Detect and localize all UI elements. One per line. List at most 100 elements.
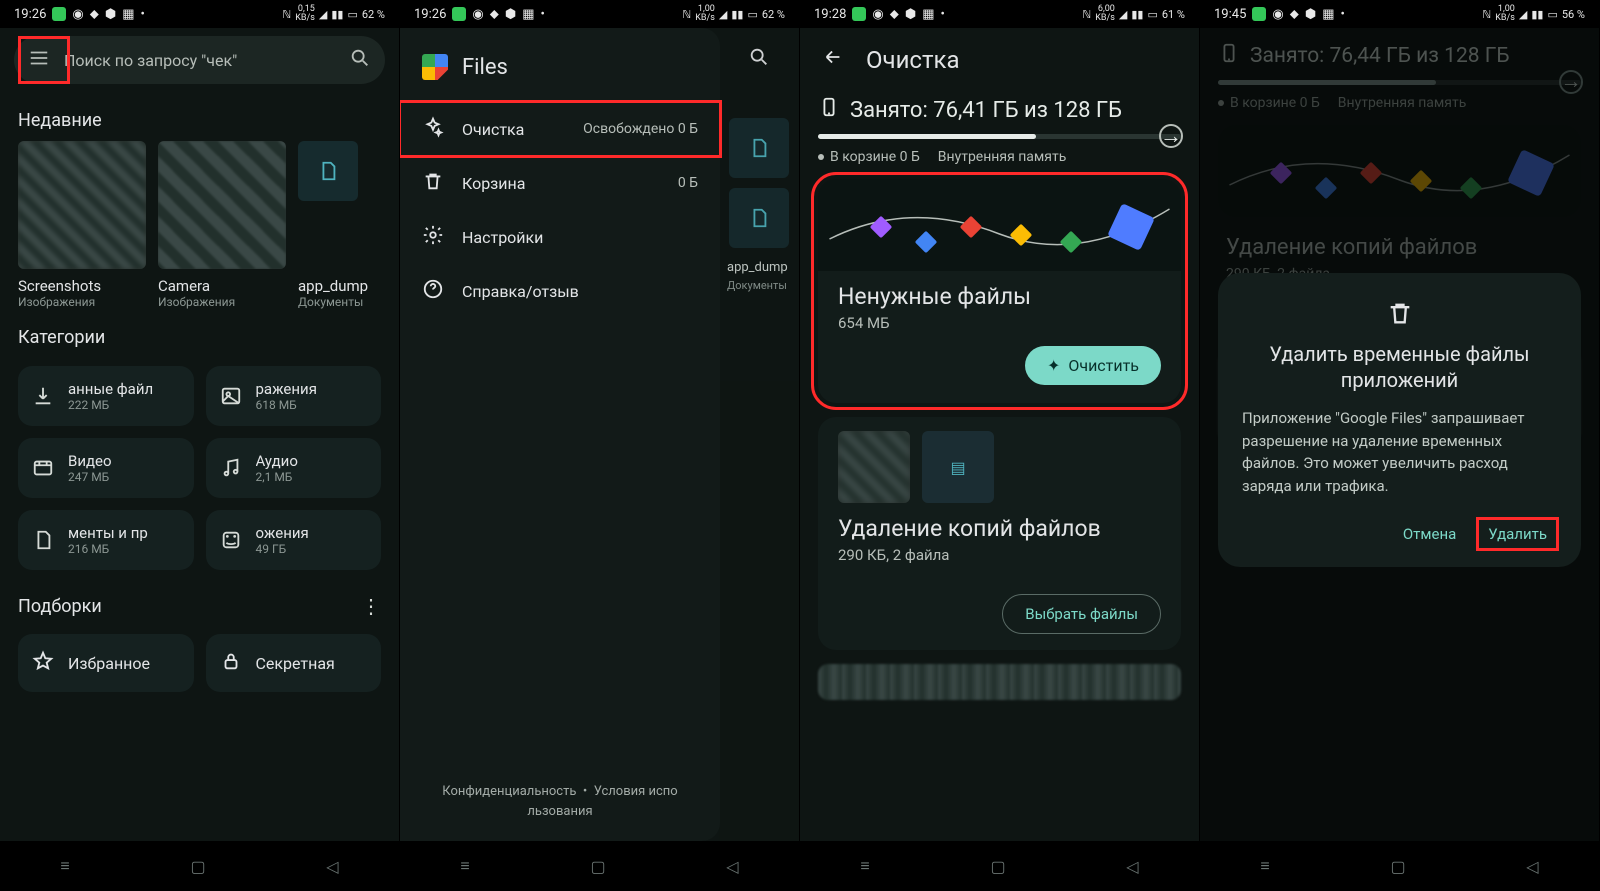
android-navbar: ≡ ▢ ◁: [0, 841, 399, 891]
signal-icon: ▮▮: [331, 8, 343, 21]
android-navbar: ≡ ▢ ◁: [1200, 841, 1599, 891]
lock-icon: [220, 650, 242, 676]
category-images[interactable]: ражения618 МБ: [206, 366, 382, 426]
nav-home-icon[interactable]: ▢: [990, 857, 1005, 876]
delete-button[interactable]: Удалить: [1478, 519, 1557, 549]
storage-summary[interactable]: Занято: 76,41 ГБ из 128 ГБ → В корзине 0…: [818, 96, 1181, 165]
search-placeholder: Поиск по запросу "чек": [64, 51, 335, 70]
card-peek: [818, 664, 1181, 700]
page-title: Очистка: [866, 46, 960, 74]
navigation-drawer: Files Очистка Освобождено 0 Б Корзина 0 …: [400, 28, 720, 841]
dialog-title: Удалить временные файлы приложений: [1242, 341, 1557, 393]
recent-sub: Документы: [298, 295, 378, 309]
confetti-illustration: [818, 179, 1181, 271]
recent-label: Camera: [158, 277, 286, 295]
clean-header: Очистка: [800, 28, 1199, 92]
duplicates-card[interactable]: ▤ Удаление копий файлов 290 КБ, 2 файла …: [818, 417, 1181, 650]
nav-recent-icon[interactable]: ≡: [460, 856, 469, 876]
status-icon: ▦: [122, 7, 134, 22]
drawer-item-clean[interactable]: Очистка Освобождено 0 Б: [400, 102, 720, 156]
more-icon[interactable]: ⋮: [361, 594, 381, 618]
drawer-item-help[interactable]: Справка/отзыв: [400, 264, 720, 318]
category-downloads[interactable]: анные файл222 МБ: [18, 366, 194, 426]
search-icon[interactable]: [349, 47, 371, 73]
screenshot-4: 19:45◉⬥⬢▦• ℕ1,00KB/s◢▮▮▭56 % Занято: 76,…: [1200, 0, 1600, 891]
dimmed-background: app_dump Документы: [719, 28, 799, 841]
arrow-right-icon[interactable]: →: [1159, 124, 1183, 148]
recent-heading: Недавние: [0, 92, 399, 141]
nav-home-icon[interactable]: ▢: [590, 857, 605, 876]
status-bar: 19:28◉⬥⬢▦• ℕ6,00KB/s◢▮▮▭61 %: [800, 0, 1199, 28]
nav-recent-icon[interactable]: ≡: [860, 856, 869, 876]
status-time: 19:26: [414, 7, 446, 22]
recent-row[interactable]: Screenshots Изображения Camera Изображен…: [0, 141, 399, 309]
apps-icon: [220, 529, 242, 551]
sparkle-icon: [422, 116, 444, 142]
delete-temp-files-dialog: Удалить временные файлы приложений Прило…: [1218, 273, 1581, 567]
categories-grid: анные файл222 МБ ражения618 МБ Видео247 …: [0, 358, 399, 578]
category-video[interactable]: Видео247 МБ: [18, 438, 194, 498]
doc-icon: [32, 529, 54, 551]
drawer-footer: Конфиденциальность • Условия испо льзова…: [400, 772, 720, 831]
category-documents[interactable]: менты и пр216 МБ: [18, 510, 194, 570]
download-icon: [32, 385, 54, 407]
recent-sub: Изображения: [18, 295, 146, 309]
select-files-button[interactable]: Выбрать файлы: [1002, 594, 1161, 634]
app-icon: [52, 7, 66, 21]
nav-back-icon[interactable]: ◁: [1526, 857, 1538, 876]
duplicates-title: Удаление копий файлов: [838, 515, 1161, 542]
audio-icon: [220, 457, 242, 479]
recent-item[interactable]: Camera Изображения: [158, 141, 286, 309]
data-rate: 0,15KB/s: [295, 5, 315, 23]
duplicates-sub: 290 КБ, 2 файла: [838, 546, 1161, 564]
gear-icon: [422, 224, 444, 250]
status-bar: 19:26 ◉ ⬥ ⬢ ▦ • ℕ 0,15KB/s ◢ ▮▮ ▭ 62 %: [0, 0, 399, 28]
trash-icon: [1242, 299, 1557, 331]
nav-recent-icon[interactable]: ≡: [1260, 856, 1269, 876]
nav-home-icon[interactable]: ▢: [190, 857, 205, 876]
status-icon: •: [140, 7, 144, 22]
nav-back-icon[interactable]: ◁: [726, 857, 738, 876]
drawer-item-trash[interactable]: Корзина 0 Б: [400, 156, 720, 210]
recent-label: app_dump: [298, 277, 378, 295]
nav-back-icon[interactable]: ◁: [326, 857, 338, 876]
search-bar[interactable]: Поиск по запросу "чек": [14, 36, 385, 84]
drawer-item-settings[interactable]: Настройки: [400, 210, 720, 264]
collections-row: Избранное Секретная: [0, 626, 399, 700]
privacy-link[interactable]: Конфиденциальность: [442, 784, 576, 799]
recent-item[interactable]: app_dump Документы: [298, 141, 378, 309]
drawer-brand: Files: [400, 38, 720, 102]
nav-home-icon[interactable]: ▢: [1390, 857, 1405, 876]
screenshot-3: 19:28◉⬥⬢▦• ℕ6,00KB/s◢▮▮▭61 % Очистка Зан…: [800, 0, 1200, 891]
trash-icon: [422, 170, 444, 196]
video-icon: [32, 457, 54, 479]
category-apps[interactable]: ожения49 ГБ: [206, 510, 382, 570]
recent-label: Screenshots: [18, 277, 146, 295]
nfc-icon: ℕ: [282, 8, 291, 21]
screenshot-1: 19:26 ◉ ⬥ ⬢ ▦ • ℕ 0,15KB/s ◢ ▮▮ ▭ 62 % П…: [0, 0, 400, 891]
star-icon: [32, 650, 54, 676]
help-icon: [422, 278, 444, 304]
back-arrow-icon[interactable]: [822, 46, 844, 74]
junk-files-card[interactable]: Ненужные файлы 654 МБ ✦ Очистить: [818, 179, 1181, 403]
category-audio[interactable]: Аудио2,1 МБ: [206, 438, 382, 498]
collection-favorites[interactable]: Избранное: [18, 634, 194, 692]
search-icon: [719, 34, 799, 108]
nav-back-icon[interactable]: ◁: [1126, 857, 1138, 876]
dialog-body: Приложение "Google Files" запрашивает ра…: [1242, 407, 1557, 497]
status-bar: 19:45◉⬥⬢▦• ℕ1,00KB/s◢▮▮▭56 %: [1200, 0, 1599, 28]
hamburger-icon[interactable]: [28, 47, 50, 73]
screenshot-2: 19:26◉⬥⬢▦• ℕ1,00KB/s◢▮▮▭62 % app_dump До…: [400, 0, 800, 891]
collection-secret[interactable]: Секретная: [206, 634, 382, 692]
battery-icon: ▭: [347, 8, 357, 21]
nav-recent-icon[interactable]: ≡: [60, 856, 69, 876]
clean-button[interactable]: ✦ Очистить: [1025, 346, 1161, 385]
reddit-icon: ◉: [72, 7, 83, 22]
phone-icon: [818, 96, 840, 124]
recent-sub: Изображения: [158, 295, 286, 309]
status-time: 19:28: [814, 7, 846, 22]
wifi-icon: ◢: [319, 8, 327, 21]
cancel-button[interactable]: Отмена: [1403, 525, 1456, 543]
recent-item[interactable]: Screenshots Изображения: [18, 141, 146, 309]
status-bar: 19:26◉⬥⬢▦• ℕ1,00KB/s◢▮▮▭62 %: [400, 0, 799, 28]
